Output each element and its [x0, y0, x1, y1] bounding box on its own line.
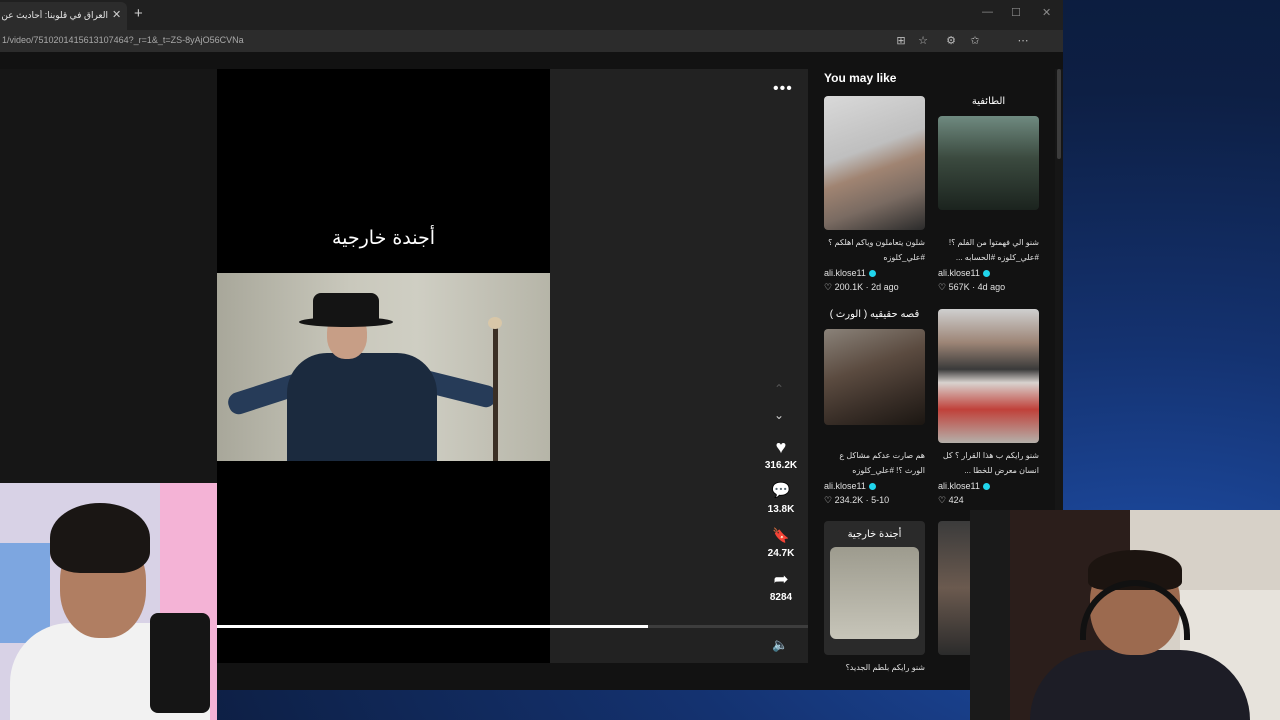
thumbnail-title: قصه حقيقيه ( الورث )	[829, 309, 920, 320]
video-caption-line: شنو رايكم ب هذا القرار ؟ كل	[942, 451, 1039, 460]
video-caption-line: هم صارت عدكم مشاكل ع	[839, 451, 925, 460]
video-caption-line: #علي_كلوزه	[883, 253, 925, 262]
video-thumbnail[interactable]	[938, 116, 1039, 210]
scrollbar-thumb[interactable]	[1057, 69, 1061, 159]
volume-icon[interactable]: 🔈	[772, 637, 788, 653]
author-text: ali.klose11	[938, 481, 980, 491]
streamer-hair	[50, 503, 150, 573]
share-button[interactable]: ➦ 8284	[758, 568, 804, 603]
video-thumbnail[interactable]	[824, 96, 925, 230]
video-stats: ♡ 424	[938, 495, 964, 506]
video-caption-line: الورث ؟! #علي_كلوزه	[852, 466, 925, 475]
author-text: ali.klose11	[938, 268, 980, 278]
video-caption: أجندة خارجية	[331, 227, 436, 249]
verified-badge-icon	[982, 270, 990, 278]
video-caption-line: شلون يتعاملون وياكم اهلكم ؟	[828, 238, 925, 247]
figure-hat-brim	[299, 317, 393, 327]
heart-outline-icon: ♡	[824, 495, 835, 505]
webcam-background	[970, 510, 1010, 720]
video-stats: ♡ 200.1K · 2d ago	[824, 282, 899, 293]
author-name[interactable]: ali.klose11	[824, 481, 876, 491]
webcam-overlay-left	[0, 483, 217, 720]
thumbnail-title: الطائفية	[971, 96, 1006, 107]
author-text: ali.klose11	[824, 481, 866, 491]
next-video-icon[interactable]: ⌄	[774, 408, 784, 422]
sidebar-title: You may like	[824, 71, 897, 85]
post-age: 2d ago	[871, 282, 899, 292]
webcam-overlay-right	[970, 510, 1280, 720]
address-bar[interactable]: 1/video/7510201415613107464?_r=1&_t=ZS-8…	[0, 30, 1063, 78]
video-progress-fill	[217, 625, 648, 628]
video-progress-bar[interactable]	[217, 625, 808, 628]
author-name[interactable]: ali.klose11	[938, 481, 990, 491]
browser-tab[interactable]: العراق في قلوبنا: أحاديث عن الخ ✕	[0, 2, 127, 30]
apps-icon[interactable]: ⊞	[894, 34, 908, 48]
author-text: ali.klose11	[824, 268, 866, 278]
thumbnail-image	[830, 547, 919, 639]
microphone	[150, 613, 210, 713]
thumbnail-title: أجندة خارجية	[847, 529, 902, 540]
more-options-button[interactable]: •••	[773, 80, 793, 98]
video-stats: ♡ 234.2K · 5-10	[824, 495, 889, 506]
url-text[interactable]: 1/video/7510201415613107464?_r=1&_t=ZS-8…	[2, 35, 244, 45]
like-count: 567K	[948, 282, 970, 292]
like-count: 316.2K	[764, 460, 798, 471]
video-caption-line: شنو الي فهمتوا من الفلم ؟!	[948, 238, 1039, 247]
bookmark-button[interactable]: 🔖 24.7K	[758, 524, 804, 559]
post-age: 4d ago	[977, 282, 1006, 292]
heart-outline-icon: ♡	[938, 495, 949, 505]
new-tab-button[interactable]: +	[134, 5, 143, 22]
like-count: 424	[948, 495, 964, 505]
tab-title: العراق في قلوبنا: أحاديث عن الخ	[0, 10, 108, 20]
verified-badge-icon	[982, 483, 990, 491]
post-age: 5-10	[871, 495, 890, 505]
author-name[interactable]: ali.klose11	[824, 268, 876, 278]
separator-dot: ·	[863, 495, 872, 505]
heart-outline-icon: ♡	[824, 282, 835, 292]
more-menu-icon[interactable]: ⋯	[1016, 34, 1030, 48]
video-stats: ♡ 567K · 4d ago	[938, 282, 1005, 293]
bookmark-icon: 🔖	[772, 527, 790, 543]
heart-outline-icon: ♡	[938, 282, 949, 292]
comment-button[interactable]: 💬 13.8K	[758, 480, 804, 515]
figure-body	[287, 353, 437, 461]
favorites-icon[interactable]: ✩	[968, 34, 982, 48]
tab-bar: العراق في قلوبنا: أحاديث عن الخ ✕ + — ☐ …	[0, 0, 1063, 30]
video-thumbnail[interactable]	[938, 309, 1039, 443]
video-caption-line: شنو رايكم بلطم الجديد؟	[845, 663, 925, 672]
webcam-background	[0, 543, 50, 643]
comment-icon: 💬	[771, 482, 791, 499]
heart-icon: ♥	[775, 437, 787, 457]
video-caption-line: انسان معرض للخطا ...	[964, 466, 1039, 475]
minimize-button[interactable]: —	[982, 6, 993, 18]
separator-dot: ·	[969, 282, 978, 292]
extensions-icon[interactable]: ⚙	[944, 34, 958, 48]
close-window-button[interactable]: ✕	[1042, 6, 1051, 19]
video-caption-line: #علي_كلوزه #الحسابه ...	[955, 253, 1039, 262]
bookmark-count: 24.7K	[767, 548, 795, 559]
share-icon: ➦	[773, 569, 789, 589]
video-frame[interactable]	[217, 273, 550, 461]
maximize-button[interactable]: ☐	[1011, 6, 1021, 19]
share-count: 8284	[769, 592, 793, 603]
author-name[interactable]: ali.klose11	[938, 268, 990, 278]
streamer-body	[1030, 650, 1250, 720]
like-count: 234.2K	[834, 495, 864, 505]
previous-video-icon[interactable]: ⌃	[774, 382, 784, 396]
verified-badge-icon	[868, 270, 876, 278]
tab-close-icon[interactable]: ✕	[112, 8, 121, 21]
verified-badge-icon	[868, 483, 876, 491]
figure-cane-top	[488, 317, 502, 329]
video-thumbnail[interactable]	[824, 329, 925, 425]
video-thumbnail[interactable]	[824, 521, 925, 655]
figure-cane	[493, 323, 498, 461]
comment-count: 13.8K	[767, 504, 795, 515]
separator-dot: ·	[863, 282, 872, 292]
favorite-star-icon[interactable]: ☆	[916, 34, 930, 48]
like-button[interactable]: ♥ 316.2K	[758, 436, 804, 471]
like-count: 200.1K	[834, 282, 864, 292]
